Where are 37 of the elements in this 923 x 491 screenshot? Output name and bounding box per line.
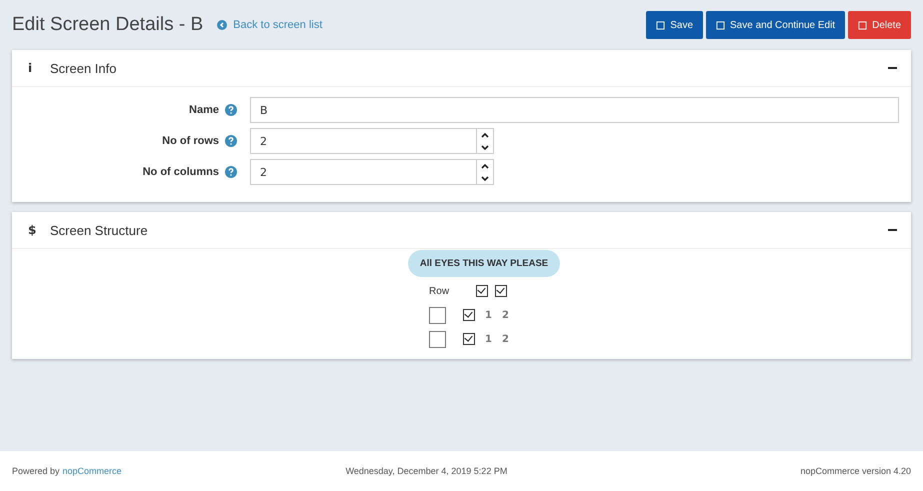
spin-down-icon[interactable] xyxy=(481,176,489,180)
field-label: Name xyxy=(189,104,219,116)
row-checkbox[interactable] xyxy=(463,309,476,321)
cell-number: 1 xyxy=(485,334,492,344)
row-label: Row xyxy=(429,286,450,296)
action-button[interactable]: Save and Continue Edit xyxy=(706,11,846,39)
input-field[interactable]: 2 xyxy=(250,128,494,154)
cell-number: 2 xyxy=(502,334,509,344)
nopcommerce-link[interactable]: nopCommerce xyxy=(62,466,122,476)
powered-by-text: Powered by xyxy=(12,466,60,476)
footer-version: nopCommerce version 4.20 xyxy=(800,466,911,476)
page-title: Edit Screen Details - B xyxy=(12,14,204,36)
panel-icon: $ xyxy=(28,223,50,237)
field-label: No of columns xyxy=(142,166,219,178)
column-checkbox[interactable] xyxy=(476,285,488,297)
cell-number: 1 xyxy=(485,310,492,320)
column-checkbox[interactable] xyxy=(495,285,508,297)
help-icon[interactable] xyxy=(225,135,237,147)
row-checkbox[interactable] xyxy=(463,333,476,345)
panel-icon: i xyxy=(28,61,50,75)
spin-down-icon[interactable] xyxy=(481,144,489,150)
footer-date: Wednesday, December 4, 2019 5:22 PM xyxy=(346,466,508,476)
action-button[interactable]: Save xyxy=(646,11,704,39)
notice-banner: All EYES THIS WAY PLEASE xyxy=(408,250,560,277)
input-field[interactable]: B xyxy=(250,97,899,123)
help-icon[interactable] xyxy=(225,104,237,116)
spin-up-icon[interactable] xyxy=(481,132,489,138)
help-icon[interactable] xyxy=(225,166,237,178)
panel-title: Screen Info xyxy=(50,60,116,76)
row-select-checkbox[interactable] xyxy=(429,330,446,348)
input-field[interactable]: 2 xyxy=(250,159,494,185)
field-label: No of rows xyxy=(162,135,219,147)
cell-number: 2 xyxy=(502,310,509,320)
panel-title: Screen Structure xyxy=(50,222,148,238)
spin-up-icon[interactable] xyxy=(481,164,489,168)
row-select-checkbox[interactable] xyxy=(429,306,446,324)
action-button[interactable]: Delete xyxy=(848,11,911,39)
